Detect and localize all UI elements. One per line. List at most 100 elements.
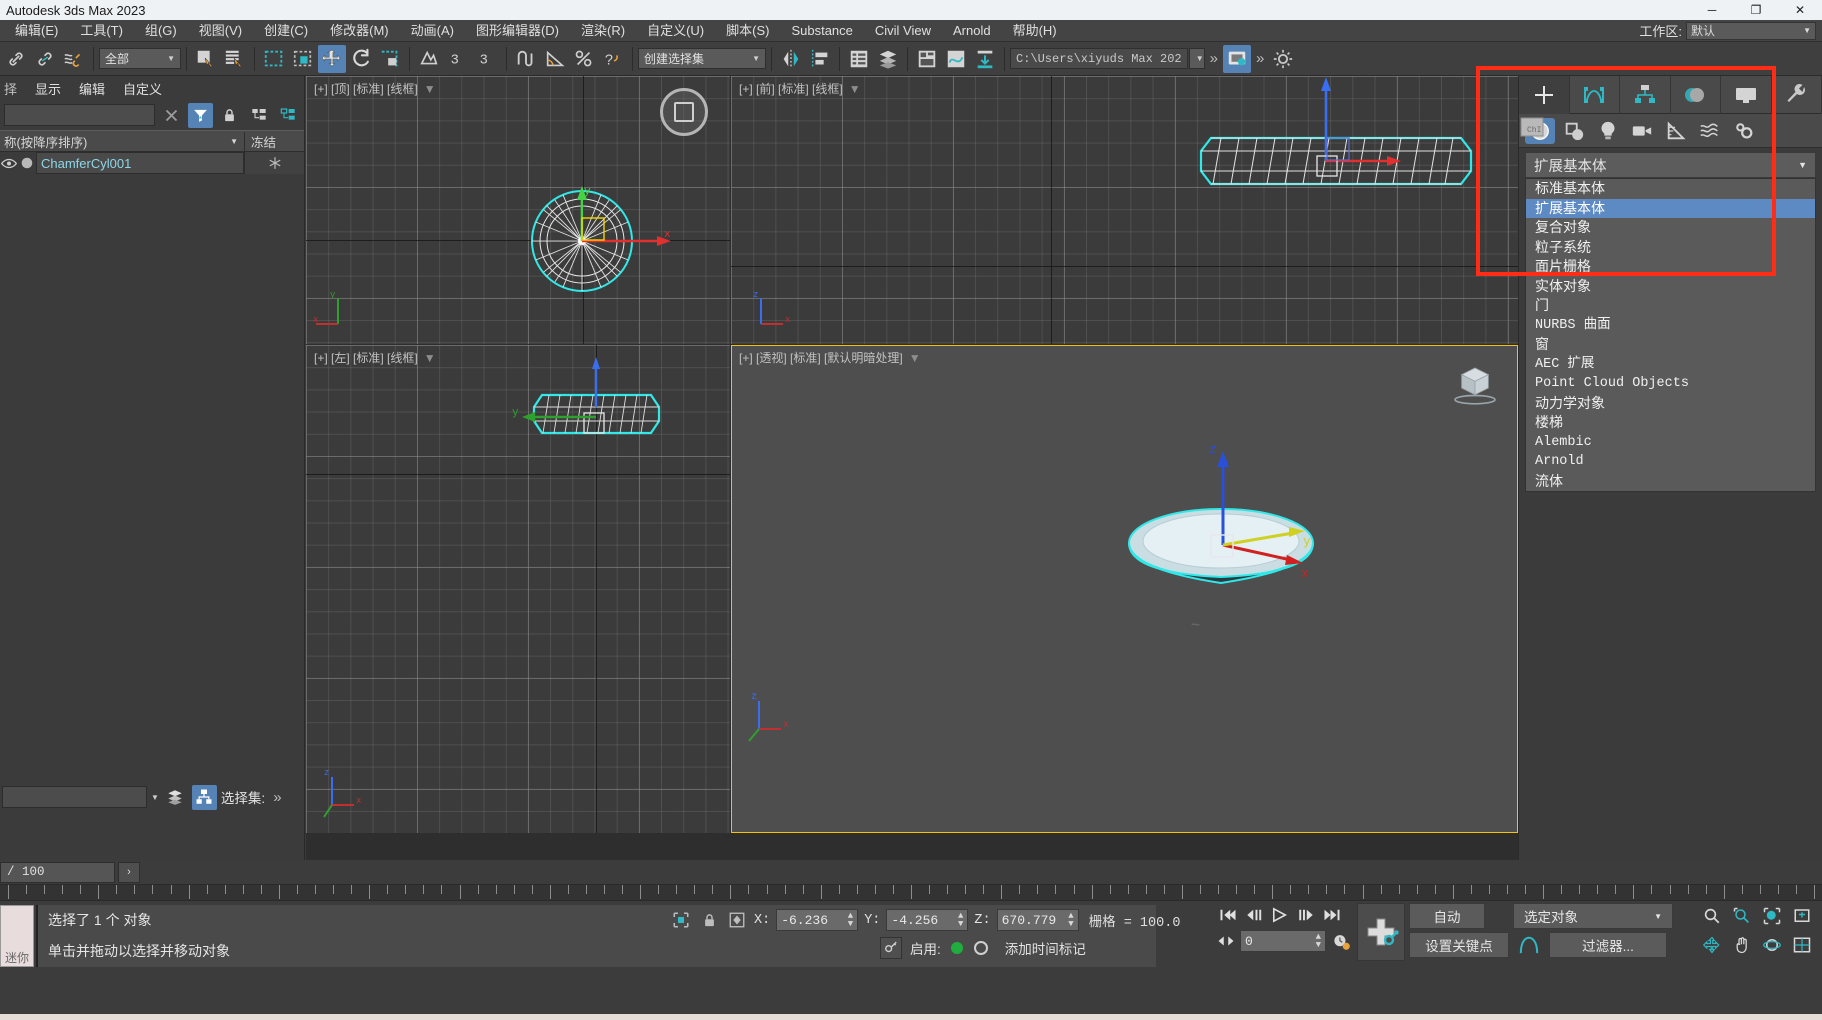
key-filter-target-dropdown[interactable]: 选定对象 ▼ bbox=[1513, 903, 1673, 929]
dropdown-item-doors[interactable]: 门 bbox=[1526, 296, 1815, 316]
menu-item-scripting[interactable]: 脚本(S) bbox=[715, 20, 780, 42]
object-color-swatch[interactable] bbox=[18, 157, 36, 169]
menu-item-rendering[interactable]: 渲染(R) bbox=[570, 20, 636, 42]
menu-item-graph-editors[interactable]: 图形编辑器(D) bbox=[465, 20, 570, 42]
zoom-all-icon[interactable] bbox=[1728, 903, 1756, 929]
viewport-front-label[interactable]: [+] [前] [标准] [线框] ▼ bbox=[739, 80, 861, 97]
frame-go-button[interactable]: › bbox=[118, 861, 140, 883]
utilities-tab[interactable] bbox=[1772, 75, 1822, 114]
viewport-left[interactable]: [+] [左] [标准] [线框] ▼ y z x bbox=[306, 345, 730, 833]
dropdown-item-compound-objects[interactable]: 复合对象 bbox=[1526, 218, 1815, 238]
scene-explorer-menu-select[interactable]: 择 bbox=[4, 79, 17, 98]
mirror-icon[interactable] bbox=[777, 45, 805, 73]
viewport-perspective[interactable]: [+] [透视] [标准] [默认明暗处理] ▼ y x z ~ z x bbox=[731, 345, 1518, 833]
hierarchy-tab[interactable] bbox=[1620, 75, 1671, 114]
orbit-icon[interactable] bbox=[1758, 932, 1786, 958]
pan-toggle-icon[interactable] bbox=[1698, 932, 1726, 958]
coord-y-field[interactable]: -4.256 ▲ ▼ bbox=[886, 909, 969, 931]
selection-lock-area-icon[interactable] bbox=[670, 909, 692, 931]
column-header-freeze[interactable]: 冻结 bbox=[244, 131, 304, 151]
go-to-end-icon[interactable] bbox=[1319, 903, 1345, 927]
motion-tab[interactable] bbox=[1671, 75, 1721, 114]
default-tangent-icon[interactable] bbox=[1513, 932, 1545, 958]
zoom-region-icon[interactable] bbox=[1788, 903, 1816, 929]
lights-button[interactable] bbox=[1593, 118, 1623, 144]
key-mode-toggle-icon[interactable] bbox=[973, 940, 989, 956]
viewport-left-label[interactable]: [+] [左] [标准] [线框] ▼ bbox=[314, 349, 436, 366]
render-frame-window-icon[interactable] bbox=[1269, 45, 1297, 73]
dropdown-item-stairs[interactable]: 楼梯 bbox=[1526, 413, 1815, 433]
dropdown-item-extended-primitives[interactable]: 扩展基本体 bbox=[1526, 198, 1815, 218]
set-key-toggle-button[interactable]: 设置关键点 bbox=[1409, 932, 1509, 958]
toolbar-overflow-2-icon[interactable]: » bbox=[1252, 50, 1268, 67]
frame-step-icon[interactable] bbox=[1215, 929, 1237, 953]
visibility-eye-icon[interactable] bbox=[0, 158, 18, 169]
zoom-icon[interactable] bbox=[1698, 903, 1726, 929]
dropdown-item-dynamics-objects[interactable]: 动力学对象 bbox=[1526, 394, 1815, 414]
next-frame-icon[interactable] bbox=[1293, 903, 1319, 927]
helpers-button[interactable] bbox=[1661, 118, 1691, 144]
percent-snap-icon[interactable] bbox=[570, 45, 598, 73]
spinner-icon[interactable]: ▲ ▼ bbox=[1316, 933, 1321, 950]
angle-snap-icon[interactable] bbox=[541, 45, 569, 73]
named-selection-set-dropdown[interactable]: 创建选择集 ▼ bbox=[638, 48, 766, 69]
dropdown-item-arnold[interactable]: Arnold bbox=[1526, 452, 1815, 472]
select-by-name-icon[interactable] bbox=[221, 45, 249, 73]
maximize-viewport-icon[interactable] bbox=[1788, 932, 1816, 958]
viewport-perspective-label[interactable]: [+] [透视] [标准] [默认明暗处理] ▼ bbox=[739, 349, 921, 366]
ref-coord-system-icon[interactable]: 3 bbox=[444, 45, 472, 73]
add-time-tag-label[interactable]: 添加时间标记 bbox=[1005, 938, 1086, 958]
shapes-button[interactable] bbox=[1559, 118, 1589, 144]
dropdown-item-body-objects[interactable]: 实体对象 bbox=[1526, 277, 1815, 297]
systems-button[interactable] bbox=[1729, 118, 1759, 144]
menu-item-substance[interactable]: Substance bbox=[780, 20, 863, 42]
scene-explorer-menu-edit[interactable]: 编辑 bbox=[79, 79, 105, 98]
layer-manager-icon[interactable] bbox=[163, 785, 188, 810]
maxscript-mini-listener[interactable]: 迷你 bbox=[0, 905, 34, 967]
key-filters-button[interactable]: 过滤器... bbox=[1549, 932, 1667, 958]
menu-item-tools[interactable]: 工具(T) bbox=[69, 20, 134, 42]
project-folder-icon[interactable] bbox=[971, 45, 999, 73]
select-object-icon[interactable] bbox=[192, 45, 220, 73]
selection-lock-icon[interactable] bbox=[698, 909, 720, 931]
chevron-down-icon[interactable]: ▼ bbox=[151, 793, 159, 802]
dropdown-item-particle-systems[interactable]: 粒子系统 bbox=[1526, 238, 1815, 258]
zoom-extents-icon[interactable] bbox=[1758, 903, 1786, 929]
bind-space-warp-icon[interactable] bbox=[60, 45, 88, 73]
viewport-front[interactable]: [+] [前] [标准] [线框] ▼ z x bbox=[731, 76, 1518, 344]
toolbar-overflow-icon[interactable]: » bbox=[1206, 50, 1222, 67]
path-dropdown-arrow[interactable]: ▼ bbox=[1188, 48, 1205, 69]
display-tab[interactable] bbox=[1721, 75, 1772, 114]
viewport-top-label[interactable]: [+] [顶] [标准] [线框] ▼ bbox=[314, 80, 436, 97]
clear-search-icon[interactable] bbox=[159, 103, 184, 128]
frame-total-field[interactable]: / 100 bbox=[0, 861, 115, 883]
curve-editor-icon[interactable] bbox=[942, 45, 970, 73]
placement-tool-icon[interactable] bbox=[415, 45, 443, 73]
dropdown-item-alembic[interactable]: Alembic bbox=[1526, 433, 1815, 453]
named-selection-overflow-icon[interactable]: » bbox=[269, 789, 285, 806]
dropdown-item-patch-grids[interactable]: 面片栅格 bbox=[1526, 257, 1815, 277]
use-pivot-center-icon[interactable]: 3 bbox=[473, 45, 501, 73]
window-crossing-icon[interactable] bbox=[289, 45, 317, 73]
menu-item-edit[interactable]: 编辑(E) bbox=[4, 20, 69, 42]
collapse-all-icon[interactable] bbox=[275, 103, 300, 128]
toggle-key-mode-icon[interactable] bbox=[880, 937, 902, 959]
menu-item-arnold[interactable]: Arnold bbox=[942, 20, 1002, 42]
select-rotate-icon[interactable] bbox=[347, 45, 375, 73]
scene-explorer-search-input[interactable] bbox=[4, 104, 155, 126]
view-cube-icon[interactable] bbox=[1450, 361, 1500, 405]
scene-explorer-row[interactable]: ChamferCyl001 bbox=[0, 152, 304, 174]
menu-item-group[interactable]: 组(G) bbox=[134, 20, 188, 42]
named-selection-input[interactable] bbox=[2, 786, 147, 808]
spinner-icon[interactable]: ▲ ▼ bbox=[1068, 912, 1073, 929]
pan-hand-icon[interactable] bbox=[1728, 932, 1756, 958]
snap-toggle-icon[interactable] bbox=[512, 45, 540, 73]
time-configuration-icon[interactable] bbox=[1329, 929, 1353, 953]
rectangular-select-icon[interactable] bbox=[260, 45, 288, 73]
scene-explorer-menu-customize[interactable]: 自定义 bbox=[123, 79, 162, 98]
maximize-button[interactable]: ❐ bbox=[1734, 0, 1778, 20]
current-frame-field[interactable]: 0 ▲ ▼ bbox=[1240, 930, 1326, 952]
set-key-button[interactable] bbox=[1357, 903, 1405, 961]
dropdown-item-standard-primitives[interactable]: 标准基本体 bbox=[1526, 179, 1815, 199]
dropdown-item-windows[interactable]: 窗 bbox=[1526, 335, 1815, 355]
